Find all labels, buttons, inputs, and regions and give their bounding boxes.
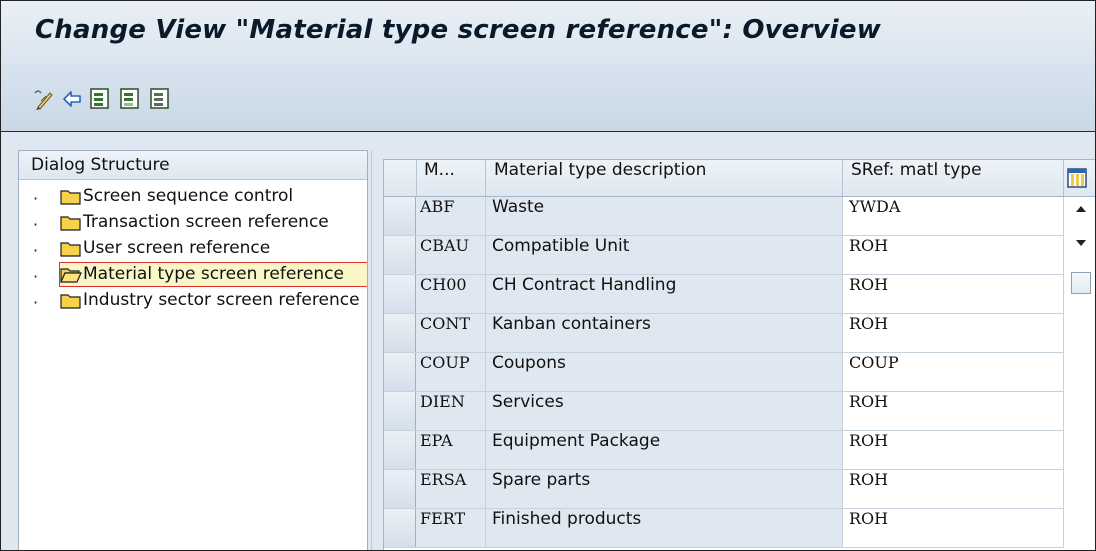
tree-item-material-type-screen-reference[interactable]: · Material type screen reference [19, 262, 367, 288]
cell-description: Spare parts [486, 470, 843, 508]
cell-material-type: CBAU [416, 236, 486, 274]
cell-sref-input[interactable]: ROH [843, 314, 1064, 352]
table-row: FERT Finished products ROH [384, 509, 1064, 548]
cell-sref-input[interactable]: ROH [843, 509, 1064, 547]
cell-description: Services [486, 392, 843, 430]
cell-description: Waste [486, 197, 843, 235]
tree-item-label: Screen sequence control [83, 186, 294, 206]
folder-icon [60, 294, 81, 309]
row-selector[interactable] [384, 236, 416, 274]
scroll-up-icon[interactable] [1071, 199, 1091, 219]
cell-material-type: CONT [416, 314, 486, 352]
material-type-table: M... Material type description SRef: mat… [383, 159, 1095, 550]
cell-sref-input[interactable]: ROH [843, 431, 1064, 469]
table-row: DIEN Services ROH [384, 392, 1064, 431]
page-title: Change View "Material type screen refere… [35, 15, 881, 45]
cell-sref-input[interactable]: ROH [843, 392, 1064, 430]
sap-window: Change View "Material type screen refere… [0, 0, 1096, 551]
tree-bullet: · [33, 189, 39, 208]
tree-item-label: Industry sector screen reference [83, 290, 360, 310]
table-row: CH00 CH Contract Handling ROH [384, 275, 1064, 314]
tree-bullet: · [33, 241, 39, 260]
splitter[interactable] [371, 150, 372, 550]
vertical-scrollbar[interactable] [1065, 197, 1095, 550]
table-row: EPA Equipment Package ROH [384, 431, 1064, 470]
column-header-sref-matl-type[interactable]: SRef: matl type [843, 160, 1064, 196]
folder-icon [60, 216, 81, 231]
row-selector[interactable] [384, 314, 416, 352]
tree-bullet: · [33, 215, 39, 234]
cell-material-type: DIEN [416, 392, 486, 430]
select-all-icon[interactable] [89, 87, 111, 111]
tree-item-label: Material type screen reference [83, 264, 344, 284]
cell-description: Kanban containers [486, 314, 843, 352]
cell-sref-input[interactable]: YWDA [843, 197, 1064, 235]
table-row: COUP Coupons COUP [384, 353, 1064, 392]
table-row: ABF Waste YWDA [384, 197, 1064, 236]
row-selector[interactable] [384, 353, 416, 391]
tree-item-label: User screen reference [83, 238, 271, 258]
cell-description: Finished products [486, 509, 843, 547]
cell-description: Coupons [486, 353, 843, 391]
tree-item-industry-sector-screen-reference[interactable]: · Industry sector screen reference [19, 288, 367, 314]
table-row: CBAU Compatible Unit ROH [384, 236, 1064, 275]
cell-material-type: ERSA [416, 470, 486, 508]
select-block-icon[interactable] [119, 87, 141, 111]
table-row: ERSA Spare parts ROH [384, 470, 1064, 509]
cell-material-type: ABF [416, 197, 486, 235]
main-content: Dialog Structure · Screen sequence contr… [1, 132, 1095, 550]
column-header-material-type[interactable]: M... [416, 160, 486, 196]
folder-icon [60, 190, 81, 205]
row-selector[interactable] [384, 470, 416, 508]
cell-description: Equipment Package [486, 431, 843, 469]
row-selector[interactable] [384, 431, 416, 469]
undo-arrow-icon[interactable] [61, 87, 83, 111]
title-bar: Change View "Material type screen refere… [1, 1, 1095, 65]
cell-material-type: FERT [416, 509, 486, 547]
open-folder-icon [60, 268, 82, 283]
cell-description: Compatible Unit [486, 236, 843, 274]
table-header: M... Material type description SRef: mat… [384, 160, 1095, 197]
scroll-down-icon[interactable] [1071, 233, 1091, 253]
select-all-rows-button[interactable] [384, 160, 417, 196]
cell-sref-input[interactable]: ROH [843, 275, 1064, 313]
tree-item-screen-sequence-control[interactable]: · Screen sequence control [19, 184, 367, 210]
tree-item-transaction-screen-reference[interactable]: · Transaction screen reference [19, 210, 367, 236]
cell-sref-input[interactable]: ROH [843, 236, 1064, 274]
dialog-structure-header: Dialog Structure [19, 151, 367, 180]
edit-pencil-icon[interactable] [32, 87, 54, 111]
table-settings-icon[interactable] [1067, 168, 1087, 188]
folder-icon [60, 242, 81, 257]
application-toolbar [1, 65, 1095, 132]
deselect-all-icon[interactable] [149, 87, 171, 111]
cell-material-type: EPA [416, 431, 486, 469]
row-selector[interactable] [384, 197, 416, 235]
tree-item-label: Transaction screen reference [83, 212, 329, 232]
cell-description: CH Contract Handling [486, 275, 843, 313]
cell-material-type: COUP [416, 353, 486, 391]
row-selector[interactable] [384, 509, 416, 547]
row-selector[interactable] [384, 392, 416, 430]
dialog-structure-panel: Dialog Structure · Screen sequence contr… [18, 150, 368, 550]
cell-sref-input[interactable]: COUP [843, 353, 1064, 391]
table-row: CONT Kanban containers ROH [384, 314, 1064, 353]
column-header-description[interactable]: Material type description [486, 160, 843, 196]
tree-item-user-screen-reference[interactable]: · User screen reference [19, 236, 367, 262]
tree-bullet: · [33, 267, 39, 286]
scroll-thumb[interactable] [1071, 272, 1091, 294]
row-selector[interactable] [384, 275, 416, 313]
cell-sref-input[interactable]: ROH [843, 470, 1064, 508]
cell-material-type: CH00 [416, 275, 486, 313]
tree-bullet: · [33, 293, 39, 312]
